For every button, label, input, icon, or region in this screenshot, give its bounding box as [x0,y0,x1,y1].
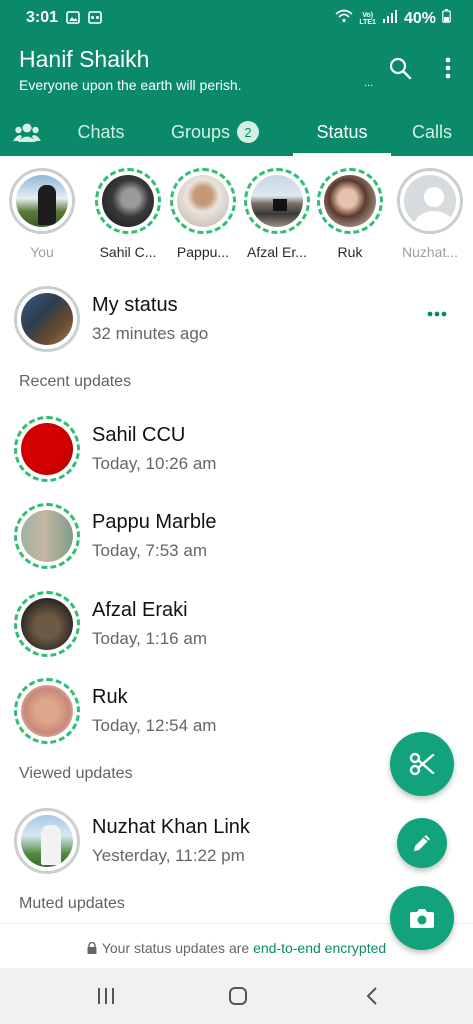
search-icon [389,57,412,80]
app-header: 3:01 Vo) LTE1 40% Hanif Shaikh Everyone u… [0,0,473,156]
story-you[interactable]: You [6,168,78,260]
tab-status[interactable]: Status [293,108,391,156]
story-item[interactable]: Sahil C... [92,168,164,260]
unread-badge: 2 [237,121,260,143]
section-muted-updates: Muted updates [19,895,125,912]
story-item[interactable]: Ruk [314,168,386,260]
system-status-bar: 3:01 Vo) LTE1 40% [0,0,473,36]
avatar [16,175,68,227]
recent-apps-icon [98,988,114,1004]
voicemail-icon [88,11,102,29]
avatar [21,510,73,562]
gallery-icon [66,11,80,29]
tab-chats[interactable]: Chats [60,108,142,156]
avatar [251,175,303,227]
status-row[interactable]: Ruk Today, 12:54 am [0,668,473,748]
avatar [21,598,73,650]
status-row[interactable]: Afzal Eraki Today, 1:16 am [0,581,473,661]
avatar [102,175,154,227]
camera-fab[interactable] [390,886,454,950]
more-options-button[interactable] [434,54,462,82]
my-status-row[interactable]: My status 32 minutes ago [0,276,473,356]
home-icon [229,987,247,1005]
tab-communities[interactable] [0,108,54,156]
recent-apps-button[interactable] [94,986,118,1006]
avatar [324,175,376,227]
story-item[interactable]: Pappu... [167,168,239,260]
back-button[interactable] [360,986,384,1006]
signal-icon [382,9,398,28]
status-row[interactable]: Pappu Marble Today, 7:53 am [0,493,473,573]
battery-level: 40% [403,9,436,27]
avatar [177,175,229,227]
communities-icon [13,123,41,142]
page-title: Hanif Shaikh [19,46,150,72]
text-status-fab[interactable] [397,818,447,868]
avatar [21,685,73,737]
scissors-icon [409,752,435,776]
status-row[interactable]: Sahil CCU Today, 10:26 am [0,406,473,486]
section-viewed-updates: Viewed updates [19,765,133,782]
search-button[interactable] [386,54,414,82]
wifi-icon [335,9,353,28]
more-horizontal-icon [427,311,447,317]
tab-calls[interactable]: Calls [398,108,466,156]
system-navigation-bar [0,968,473,1024]
encryption-link[interactable]: end-to-end encrypted [253,940,386,956]
tab-groups[interactable]: Groups 2 [150,108,280,156]
back-icon [366,987,377,1005]
avatar [21,815,73,867]
section-recent-updates: Recent updates [19,373,132,390]
network-type: Vo) LTE1 [359,11,376,26]
home-button[interactable] [226,986,250,1006]
avatar [21,293,73,345]
lock-icon [87,941,97,954]
my-status-more-button[interactable] [427,304,447,322]
camera-icon [410,909,434,928]
tab-bar: Chats Groups 2 Status Calls [0,108,473,156]
story-item[interactable]: Nuzhat... [394,168,466,260]
battery-icon [442,9,451,28]
story-item[interactable]: Afzal Er... [241,168,313,260]
avatar [21,423,73,475]
subtitle-ellipsis: ... [364,77,374,89]
cutout-fab[interactable] [390,732,454,796]
more-vertical-icon [445,57,451,79]
pencil-icon [414,835,430,851]
default-avatar-icon [404,175,456,227]
page-subtitle: Everyone upon the earth will perish. [19,77,242,93]
clock: 3:01 [26,9,59,26]
